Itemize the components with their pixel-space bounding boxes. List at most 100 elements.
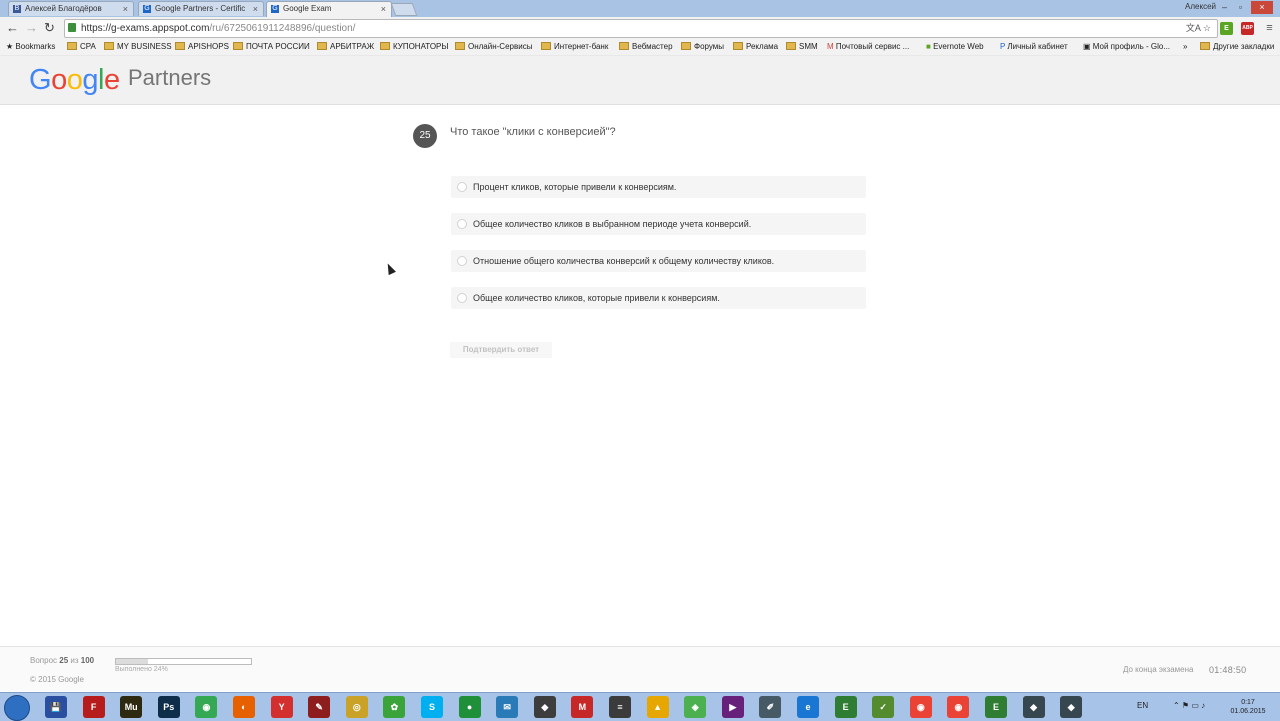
bookmark-cabinet[interactable]: P Личный кабинет bbox=[1000, 39, 1068, 55]
answer-option[interactable]: Процент кликов, которые привели к конвер… bbox=[451, 176, 866, 198]
app-icon-2[interactable]: ● bbox=[458, 696, 481, 718]
tab-vk[interactable]: В Алексей Благодёров × bbox=[8, 1, 134, 16]
progress-bar bbox=[115, 658, 252, 665]
site-header: Google Partners bbox=[0, 56, 1280, 105]
pen-icon[interactable]: ✎ bbox=[308, 696, 331, 718]
bookmark-folder[interactable]: SMM bbox=[786, 39, 818, 55]
radio-button[interactable] bbox=[457, 219, 467, 229]
bookmark-folder[interactable]: АРБИТРАЖ bbox=[317, 39, 374, 55]
radio-button[interactable] bbox=[457, 293, 467, 303]
mouse-cursor-icon bbox=[384, 261, 396, 276]
bookmark-folder[interactable]: CPA bbox=[67, 39, 96, 55]
adblock-icon[interactable]: ABP bbox=[1241, 22, 1254, 35]
mail-icon[interactable]: ✉ bbox=[496, 696, 519, 718]
close-tab-icon[interactable]: × bbox=[253, 2, 258, 16]
folder-icon bbox=[1200, 41, 1210, 50]
bookmark-folder[interactable]: КУПОНАТОРЫ bbox=[380, 39, 448, 55]
close-tab-icon[interactable]: × bbox=[123, 2, 128, 16]
bookmark-folder[interactable]: ПОЧТА РОССИИ bbox=[233, 39, 310, 55]
bookmarks-overflow[interactable]: » bbox=[1183, 39, 1187, 55]
chrome-icon-3[interactable]: ◉ bbox=[947, 696, 970, 718]
tab-partners[interactable]: G Google Partners - Certific × bbox=[138, 1, 264, 16]
brand-partners: Partners bbox=[128, 65, 212, 90]
answer-label: Отношение общего количества конверсий к … bbox=[473, 256, 775, 266]
folder-icon bbox=[380, 41, 390, 50]
bookmark-folder[interactable]: Интернет-банк bbox=[541, 39, 608, 55]
maximize-button[interactable]: ▫ bbox=[1233, 1, 1248, 14]
app-icon-11[interactable]: ◆ bbox=[1060, 696, 1083, 718]
bookmark-folder[interactable]: MY BUSINESS bbox=[104, 39, 172, 55]
bookmark-other[interactable]: Другие закладки bbox=[1200, 39, 1274, 55]
tray-icons[interactable]: ⌃ ⚑ ▭ ♪ bbox=[1173, 701, 1205, 710]
firefox-icon[interactable]: ◐ bbox=[233, 696, 255, 718]
window-user[interactable]: Алексей bbox=[1185, 2, 1216, 11]
filezilla-icon[interactable]: F bbox=[82, 696, 105, 718]
google-logo[interactable]: Google bbox=[29, 63, 120, 97]
bookmark-folder[interactable]: Реклама bbox=[733, 39, 778, 55]
save-icon[interactable]: 💾 bbox=[45, 696, 67, 718]
bookmark-folder[interactable]: Форумы bbox=[681, 39, 724, 55]
answer-option[interactable]: Отношение общего количества конверсий к … bbox=[451, 250, 866, 272]
photoshop-icon[interactable]: Ps bbox=[157, 696, 180, 718]
evernote-taskbar-icon[interactable]: E bbox=[834, 696, 857, 718]
yandex-icon[interactable]: Y bbox=[270, 696, 293, 718]
visual-studio-icon[interactable]: ▶ bbox=[721, 696, 744, 718]
bookmark-gmail[interactable]: M Почтовый сервис ... bbox=[827, 39, 909, 55]
browser-chrome: В Алексей Благодёров × G Google Partners… bbox=[0, 0, 1280, 57]
app-icon-7[interactable]: ◈ bbox=[684, 696, 707, 718]
answer-option[interactable]: Общее количество кликов, которые привели… bbox=[451, 287, 866, 309]
evernote-taskbar-icon-2[interactable]: E bbox=[985, 696, 1007, 718]
page-icon: ▣ bbox=[1083, 42, 1093, 51]
app-icon-10[interactable]: ◆ bbox=[1022, 696, 1045, 718]
folder-icon bbox=[455, 41, 465, 50]
app-icon-9[interactable]: ✓ bbox=[872, 696, 895, 718]
menu-icon[interactable]: ≡ bbox=[1263, 22, 1276, 35]
forward-icon[interactable]: → bbox=[25, 20, 38, 35]
answer-option[interactable]: Общее количество кликов в выбранном пери… bbox=[451, 213, 866, 235]
folder-icon bbox=[681, 41, 691, 50]
language-indicator[interactable]: EN bbox=[1137, 701, 1148, 710]
radio-button[interactable] bbox=[457, 256, 467, 266]
evernote-icon[interactable]: E bbox=[1220, 22, 1233, 35]
tab-label: Алексей Благодёров bbox=[25, 4, 102, 13]
address-bar[interactable]: https://g-exams.appspot.com/ru/672506191… bbox=[64, 19, 1218, 38]
minimize-button[interactable]: – bbox=[1217, 1, 1232, 14]
tab-google-exam[interactable]: G Google Exam × bbox=[266, 1, 392, 17]
timer-label: До конца экзамена bbox=[1123, 665, 1194, 674]
icq-icon[interactable]: ✿ bbox=[383, 696, 406, 718]
bookmark-folder[interactable]: APISHOPS bbox=[175, 39, 229, 55]
radio-button[interactable] bbox=[457, 182, 467, 192]
start-button[interactable] bbox=[4, 695, 30, 721]
app-icon-1[interactable]: ◎ bbox=[345, 696, 368, 718]
close-tab-icon[interactable]: × bbox=[381, 2, 386, 16]
app-icon-3[interactable]: ◆ bbox=[533, 696, 556, 718]
translate-icon[interactable]: 文A ☆ bbox=[1186, 20, 1211, 37]
bookmark-profile[interactable]: ▣ Мой профиль - Glo... bbox=[1083, 39, 1170, 55]
question-number-badge: 25 bbox=[413, 124, 437, 148]
app-icon-5[interactable]: ≡ bbox=[609, 696, 631, 718]
app-icon-8[interactable]: ✐ bbox=[759, 696, 782, 718]
bookmark-folder[interactable]: Вебмастер bbox=[619, 39, 673, 55]
exam-timer: 01:48:50 bbox=[1209, 665, 1247, 675]
tab-strip: В Алексей Благодёров × G Google Partners… bbox=[0, 0, 1280, 17]
close-window-button[interactable]: × bbox=[1251, 1, 1273, 14]
reload-icon[interactable]: ↻ bbox=[44, 20, 55, 36]
app-icon-6[interactable]: ▲ bbox=[646, 696, 669, 718]
submit-answer-button[interactable]: Подтвердить ответ bbox=[450, 342, 552, 358]
progress-label: Выполнено 24% bbox=[115, 666, 168, 673]
app-icon-4[interactable]: M bbox=[571, 696, 594, 718]
bookmark-bookmarks[interactable]: ★ Bookmarks bbox=[6, 39, 55, 55]
skype-icon[interactable]: S bbox=[421, 696, 443, 718]
evernote-icon: ■ bbox=[926, 42, 934, 51]
ie-icon[interactable]: e bbox=[797, 696, 819, 718]
muse-icon[interactable]: Mu bbox=[120, 696, 143, 718]
bookmark-folder[interactable]: Онлайн-Сервисы bbox=[455, 39, 532, 55]
back-icon[interactable]: ← bbox=[6, 20, 19, 35]
folder-icon bbox=[317, 41, 327, 50]
tab-label: Google Exam bbox=[283, 4, 332, 13]
bookmark-evernote[interactable]: ■ Evernote Web bbox=[926, 39, 984, 55]
new-tab-button[interactable] bbox=[390, 3, 418, 16]
chrome-icon[interactable]: ◉ bbox=[195, 696, 218, 718]
chrome-icon-2[interactable]: ◉ bbox=[909, 696, 932, 718]
clock[interactable]: 0:17 01.06.2015 bbox=[1228, 698, 1268, 716]
